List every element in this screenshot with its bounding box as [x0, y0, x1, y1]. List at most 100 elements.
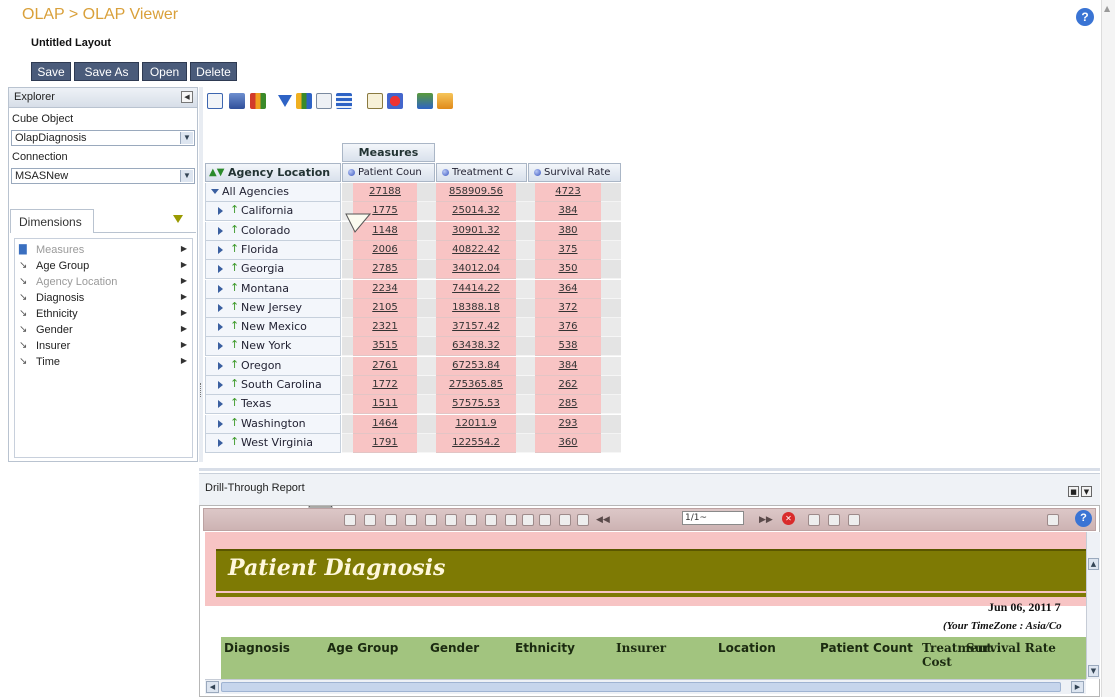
cell-link[interactable]: 262 [535, 376, 601, 395]
scroll-down-icon[interactable]: ▼ [1088, 665, 1099, 677]
cell-link[interactable]: 372 [535, 298, 601, 318]
dimension-item[interactable]: ↘ Gender ▶ [19, 323, 189, 339]
cell-link[interactable]: 1511 [353, 395, 417, 415]
cell-link[interactable]: 364 [535, 279, 601, 299]
column-header-treatment-cost[interactable]: Treatment C [436, 163, 527, 182]
row-header[interactable]: ↑ Washington [205, 414, 341, 434]
next-page-icon[interactable]: ▶▶ [759, 514, 773, 526]
minimize-icon[interactable]: ▼ [1081, 486, 1092, 497]
collapse-icon[interactable] [211, 189, 219, 194]
expand-icon[interactable] [218, 226, 223, 235]
cell-link[interactable]: 4723 [535, 183, 601, 202]
expand-icon[interactable] [218, 245, 223, 254]
row-header[interactable]: ↑ Oregon [205, 356, 341, 376]
column-header-survival-rate[interactable]: Survival Rate [528, 163, 621, 182]
cell-link[interactable]: 375 [535, 240, 601, 260]
expand-icon[interactable] [218, 400, 223, 409]
row-header[interactable]: ↑ Florida [205, 240, 341, 260]
chevron-down-icon[interactable]: ▼ [180, 170, 193, 182]
cell-link[interactable]: 40822.42 [436, 240, 516, 260]
dimension-item[interactable]: ↘ Age Group ▶ [19, 259, 189, 275]
zoom-icon[interactable] [505, 514, 517, 526]
row-header[interactable]: ↑ Georgia [205, 260, 341, 280]
cell-link[interactable]: 376 [535, 318, 601, 338]
cell-link[interactable]: 37157.42 [436, 318, 516, 338]
connection-select[interactable]: MSASNew ▼ [11, 168, 195, 184]
cell-link[interactable]: 384 [535, 202, 601, 222]
dimension-item[interactable]: ↘ Diagnosis ▶ [19, 291, 189, 307]
row-header[interactable]: ↑ California [205, 202, 341, 222]
row-header[interactable]: ↑ Montana [205, 279, 341, 299]
cell-link[interactable]: 122554.2 [436, 433, 516, 453]
expand-icon[interactable] [218, 438, 223, 447]
cell-link[interactable]: 2761 [353, 356, 417, 376]
expand-icon[interactable] [218, 207, 223, 216]
print-icon[interactable] [364, 514, 376, 526]
row-header[interactable]: ↑ New Mexico [205, 318, 341, 338]
tab-dimensions[interactable]: Dimensions [10, 209, 94, 233]
restore-icon[interactable]: ■ [1068, 486, 1079, 497]
cell-link[interactable]: 18388.18 [436, 298, 516, 318]
report-vertical-scrollbar[interactable]: ▲ ▼ [1086, 532, 1100, 679]
expand-icon[interactable] [218, 342, 223, 351]
cube-object-select[interactable]: OlapDiagnosis ▼ [11, 130, 195, 146]
expand-icon[interactable] [218, 419, 223, 428]
help-icon[interactable]: ? [1076, 8, 1094, 26]
save-as-button[interactable]: Save As [74, 62, 139, 81]
save-button[interactable]: Save [31, 62, 71, 81]
drill-up-arrow-icon[interactable]: ↑ [230, 242, 239, 255]
filter-icon[interactable] [278, 95, 292, 107]
cell-link[interactable]: 67253.84 [436, 356, 516, 376]
row-header[interactable]: All Agencies [205, 183, 341, 202]
drill-up-arrow-icon[interactable]: ↑ [230, 377, 239, 390]
chevron-right-icon[interactable]: ▶ [181, 324, 187, 333]
row-header[interactable]: ↑ New Jersey [205, 298, 341, 318]
table-view-icon[interactable] [207, 93, 223, 109]
cell-link[interactable]: 2321 [353, 318, 417, 338]
row-header[interactable]: ↑ Colorado [205, 221, 341, 241]
agency-location-header[interactable]: ▲▼ Agency Location [205, 163, 341, 182]
clear-icon[interactable] [387, 93, 403, 109]
drill-up-arrow-icon[interactable]: ↑ [230, 319, 239, 332]
drill-up-arrow-icon[interactable]: ↑ [230, 300, 239, 313]
edit-report-icon[interactable] [828, 514, 840, 526]
lock-icon[interactable] [522, 514, 534, 526]
swap-axes-icon[interactable] [316, 93, 332, 109]
cell-link[interactable]: 1464 [353, 414, 417, 434]
drill-up-arrow-icon[interactable]: ↑ [230, 338, 239, 351]
chevron-right-icon[interactable]: ▶ [181, 356, 187, 365]
edit-icon[interactable] [367, 93, 383, 109]
scrollbar-thumb[interactable] [221, 682, 1061, 692]
dimension-item[interactable]: ↘ Agency Location ▶ [19, 275, 189, 291]
chart-options-icon[interactable] [296, 93, 312, 109]
cell-link[interactable]: 25014.32 [436, 202, 516, 222]
dimension-item[interactable]: ↘ Time ▶ [19, 355, 189, 371]
expand-icon[interactable] [218, 323, 223, 332]
drill-icon[interactable] [417, 93, 433, 109]
export-icon[interactable] [437, 93, 453, 109]
drill-up-arrow-icon[interactable]: ↑ [230, 416, 239, 429]
vertical-splitter[interactable] [199, 87, 203, 462]
refresh-icon[interactable] [559, 514, 571, 526]
chevron-right-icon[interactable]: ▶ [181, 292, 187, 301]
splitter-grip-icon[interactable] [200, 383, 202, 397]
chevron-right-icon[interactable]: ▶ [181, 260, 187, 269]
copy-icon[interactable] [465, 514, 477, 526]
cell-link[interactable]: 63438.32 [436, 337, 516, 357]
cell-link[interactable]: 2105 [353, 298, 417, 318]
row-header[interactable]: ↑ New York [205, 337, 341, 357]
scroll-right-icon[interactable]: ▶ [1071, 681, 1084, 693]
scroll-up-icon[interactable]: ▲ [1104, 4, 1110, 13]
edit-report-icon[interactable] [848, 514, 860, 526]
filter-icon[interactable] [173, 215, 183, 223]
cell-link[interactable]: 2785 [353, 260, 417, 280]
chart-table-icon[interactable] [229, 93, 245, 109]
chevron-right-icon[interactable]: ▶ [181, 340, 187, 349]
dimension-item[interactable]: ▇ Measures ▶ [19, 243, 189, 259]
drill-up-arrow-icon[interactable]: ↑ [230, 435, 239, 448]
delete-button[interactable]: Delete [190, 62, 237, 81]
excel-icon[interactable] [405, 514, 417, 526]
drill-up-arrow-icon[interactable]: ↑ [230, 281, 239, 294]
chevron-right-icon[interactable]: ▶ [181, 308, 187, 317]
drill-up-arrow-icon[interactable]: ↑ [230, 203, 239, 216]
